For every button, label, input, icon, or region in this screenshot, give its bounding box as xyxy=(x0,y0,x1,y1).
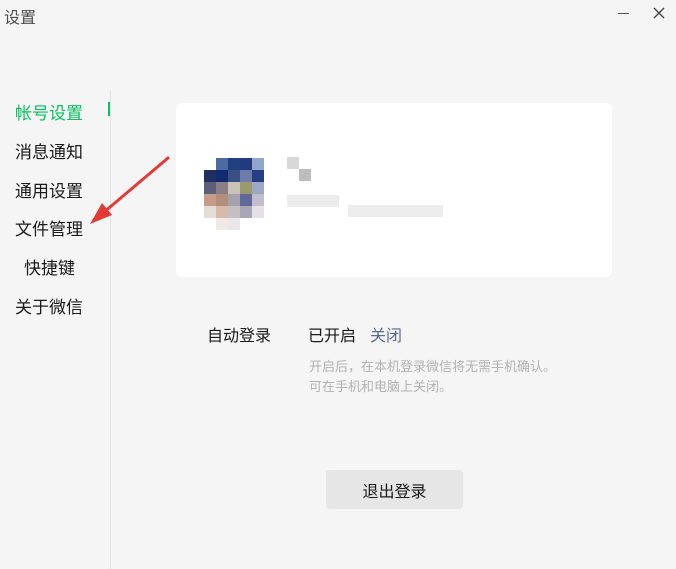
minimize-button[interactable] xyxy=(608,0,638,26)
nickname-redacted-2 xyxy=(299,169,311,181)
sidebar-item-general[interactable]: 通用设置 xyxy=(15,177,83,202)
hint-line-2: 可在手机和电脑上关闭。 xyxy=(309,380,453,395)
disable-auto-login-link[interactable]: 关闭 xyxy=(370,322,402,346)
auto-login-hint: 开启后，在本机登录微信将无需手机确认。 可在手机和电脑上关闭。 xyxy=(309,358,609,398)
sidebar-item-account[interactable]: 帐号设置 xyxy=(15,99,83,124)
hint-line-1: 开启后，在本机登录微信将无需手机确认。 xyxy=(309,360,557,375)
sidebar-item-about[interactable]: 关于微信 xyxy=(15,293,83,318)
minimize-icon xyxy=(617,12,629,14)
sidebar-item-notifications[interactable]: 消息通知 xyxy=(15,138,83,163)
wechat-id-redacted xyxy=(287,195,339,207)
sidebar-divider xyxy=(110,90,111,569)
auto-login-label: 自动登录 xyxy=(207,326,272,345)
close-icon xyxy=(653,7,665,19)
nickname-redacted xyxy=(287,157,299,169)
active-indicator xyxy=(108,102,110,116)
auto-login-status: 已开启 xyxy=(308,326,357,345)
window-title: 设置 xyxy=(4,8,37,27)
logout-button[interactable]: 退出登录 xyxy=(326,470,463,509)
sidebar-item-file-management[interactable]: 文件管理 xyxy=(15,215,83,240)
wechat-id-redacted-2 xyxy=(348,205,443,217)
close-button[interactable] xyxy=(644,0,674,26)
avatar[interactable] xyxy=(204,158,276,230)
sidebar-item-shortcuts[interactable]: 快捷键 xyxy=(24,254,75,279)
